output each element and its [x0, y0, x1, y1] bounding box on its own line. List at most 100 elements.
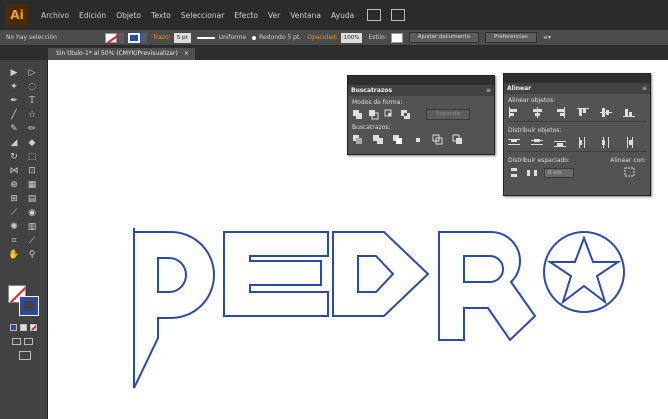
crop-icon[interactable] [412, 134, 424, 145]
paintbrush-tool-icon[interactable]: ✎ [6, 122, 22, 136]
column-graph-tool-icon[interactable]: ▥ [24, 220, 40, 234]
close-icon[interactable]: × [184, 48, 189, 60]
stroke-swatch[interactable] [126, 31, 141, 44]
shape-modes-row: Expandir [348, 108, 494, 121]
distribute-hcenter-icon[interactable] [600, 137, 612, 148]
intersect-icon[interactable] [384, 109, 396, 120]
menu-texto[interactable]: Texto [146, 11, 176, 20]
panel-header-bar[interactable] [348, 76, 494, 85]
menu-archivo[interactable]: Archivo [36, 11, 74, 20]
align-top-icon[interactable] [577, 107, 589, 118]
opacity-field[interactable]: 100% [340, 32, 363, 43]
align-hcenter-icon[interactable] [531, 107, 543, 118]
free-transform-tool-icon[interactable]: ⊡ [24, 164, 40, 178]
expand-button[interactable]: Expandir [426, 109, 471, 120]
preferences-button[interactable]: Preferencias [485, 32, 537, 43]
divide-icon[interactable] [352, 134, 364, 145]
stroke-dropdown[interactable] [140, 32, 147, 43]
scale-tool-icon[interactable]: ⬚ [24, 150, 40, 164]
pathfinder-panel: Buscatrazos ≡ Modos de forma: Expandir B… [347, 75, 495, 155]
symbol-sprayer-tool-icon[interactable]: ✺ [6, 220, 22, 234]
opacity-label[interactable]: Opacidad: [307, 34, 338, 41]
fill-swatch[interactable] [104, 32, 120, 43]
color-mode-icon[interactable] [10, 324, 17, 331]
align-to-selection-icon[interactable] [624, 167, 636, 178]
type-tool-icon[interactable]: T [24, 94, 40, 108]
minus-front-icon[interactable] [368, 109, 380, 120]
eyedropper-tool-icon[interactable]: ⟋ [6, 206, 22, 220]
menu-seleccionar[interactable]: Seleccionar [176, 11, 229, 20]
panel-menu-icon[interactable]: ≡ [642, 85, 647, 92]
pen-tool-icon[interactable]: ✒ [6, 94, 22, 108]
pathfinder-tab[interactable]: Buscatrazos [351, 87, 392, 94]
pathfinders-label: Buscatrazos: [352, 124, 391, 131]
panel-menu-icon[interactable]: ≡ [486, 87, 491, 94]
distribute-top-icon[interactable] [508, 137, 520, 148]
panel-header-bar[interactable] [504, 74, 650, 83]
fill-stroke-swatches[interactable] [8, 285, 42, 319]
menu-ventana[interactable]: Ventana [285, 11, 326, 20]
menu-edicion[interactable]: Edición [74, 11, 111, 20]
vertical-spacing-icon[interactable] [508, 167, 520, 178]
width-tool-icon[interactable]: ⋈ [6, 164, 22, 178]
spacing-value-field[interactable]: 0 cm [544, 167, 574, 178]
stroke-weight-field[interactable]: 5 pt [173, 32, 191, 43]
rotate-tool-icon[interactable]: ↻ [6, 150, 22, 164]
profile-select[interactable]: Uniforme [219, 34, 247, 41]
align-bottom-icon[interactable] [623, 107, 635, 118]
slice-tool-icon[interactable]: ⟋ [24, 234, 40, 248]
menu-ver[interactable]: Ver [263, 11, 285, 20]
trim-icon[interactable] [372, 134, 384, 145]
document-setup-button[interactable]: Ajustar documento [408, 32, 480, 43]
distribute-bottom-icon[interactable] [554, 137, 566, 148]
draw-behind-icon[interactable] [24, 338, 33, 345]
zoom-tool-icon[interactable]: ⚲ [24, 248, 40, 262]
align-left-icon[interactable] [508, 107, 520, 118]
document-tab[interactable]: Sin título-1* al 50% (CMYK/Previsualizar… [48, 48, 195, 60]
bridge-icon[interactable] [367, 9, 382, 21]
stroke-label[interactable]: Trazo: [153, 34, 171, 41]
line-tool-icon[interactable]: ╱ [6, 108, 22, 122]
blend-tool-icon[interactable]: ◉ [24, 206, 40, 220]
align-vcenter-icon[interactable] [600, 107, 612, 118]
stroke-color-swatch[interactable] [19, 296, 39, 316]
menu-efecto[interactable]: Efecto [229, 11, 263, 20]
draw-normal-icon[interactable] [12, 338, 21, 345]
screen-mode-icon[interactable] [19, 351, 31, 360]
pencil-tool-icon[interactable]: ✏ [24, 122, 40, 136]
magic-wand-tool-icon[interactable]: ✦ [6, 80, 22, 94]
brush-select[interactable]: Redondo 5 pt. [259, 34, 301, 41]
mesh-tool-icon[interactable]: ⊞ [6, 192, 22, 206]
horizontal-spacing-icon[interactable] [526, 167, 538, 178]
exclude-icon[interactable] [400, 109, 412, 120]
gradient-mode-icon[interactable] [20, 324, 27, 331]
perspective-grid-tool-icon[interactable]: ▦ [24, 178, 40, 192]
star-tool-icon[interactable]: ☆ [24, 108, 40, 122]
direct-selection-tool-icon[interactable]: ▷ [24, 66, 40, 80]
distribute-right-icon[interactable] [623, 137, 635, 148]
eraser-tool-icon[interactable]: ◆ [24, 136, 40, 150]
outline-icon[interactable] [432, 134, 444, 145]
control-menu-icon[interactable]: ≡▾ [543, 34, 551, 41]
hand-tool-icon[interactable]: ✋ [6, 248, 22, 262]
style-swatch[interactable] [390, 32, 403, 43]
menu-ayuda[interactable]: Ayuda [326, 11, 359, 20]
minus-back-icon[interactable] [452, 134, 464, 145]
unite-icon[interactable] [352, 109, 364, 120]
artboard-tool-icon[interactable]: ⌗ [6, 234, 22, 248]
distribute-vcenter-icon[interactable] [531, 137, 543, 148]
letter-e-outline [223, 231, 329, 317]
selection-tool-icon[interactable]: ▶ [6, 66, 22, 80]
shape-builder-tool-icon[interactable]: ⊕ [6, 178, 22, 192]
menu-objeto[interactable]: Objeto [111, 11, 146, 20]
align-tab[interactable]: Alinear [507, 85, 531, 92]
align-right-icon[interactable] [554, 107, 566, 118]
lasso-tool-icon[interactable]: ◌ [24, 80, 40, 94]
spacing-row: 0 cm [504, 166, 650, 179]
distribute-left-icon[interactable] [577, 137, 589, 148]
arrange-documents-icon[interactable] [391, 9, 406, 21]
merge-icon[interactable] [392, 134, 404, 145]
none-mode-icon[interactable] [30, 324, 37, 331]
gradient-tool-icon[interactable]: ▤ [24, 192, 40, 206]
blob-brush-tool-icon[interactable]: ◢ [6, 136, 22, 150]
